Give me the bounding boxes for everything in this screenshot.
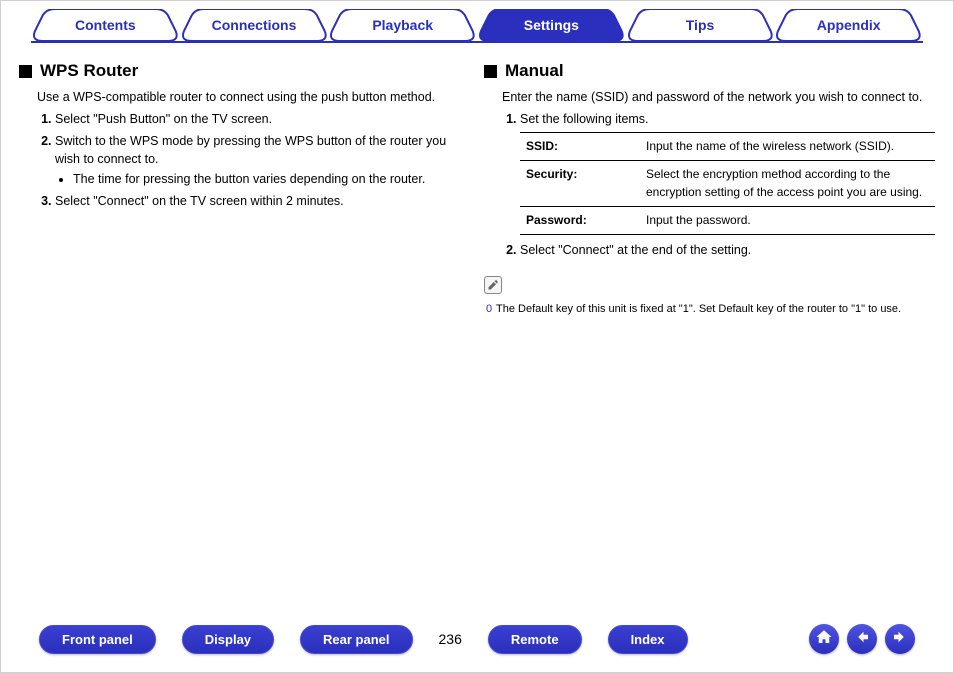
wps-router-section: WPS Router Use a WPS-compatible router t… [19,59,470,322]
tab-label: Settings [524,17,579,33]
content-area: WPS Router Use a WPS-compatible router t… [1,53,953,322]
arrow-left-icon [853,628,871,651]
tab-underline [31,41,923,43]
manual-step-1-text: Set the following items. [520,112,649,126]
manual-intro: Enter the name (SSID) and password of th… [502,88,935,106]
index-button[interactable]: Index [608,625,688,654]
home-button[interactable] [809,624,839,654]
tab-playback[interactable]: Playback [328,9,477,41]
prev-page-button[interactable] [847,624,877,654]
square-bullet-icon [19,65,32,78]
wps-step-2-text: Switch to the WPS mode by pressing the W… [55,134,446,166]
note-bullets: The Default key of this unit is fixed at… [486,302,935,318]
page-number: 236 [439,631,462,647]
table-row: SSID: Input the name of the wireless net… [520,132,935,160]
manual-steps: Set the following items. [502,110,935,128]
home-icon [815,628,833,651]
manual-steps-cont: Select "Connect" at the end of the setti… [502,241,935,259]
wps-step-2: Switch to the WPS mode by pressing the W… [55,132,470,188]
tab-connections[interactable]: Connections [180,9,329,41]
ssid-value: Input the name of the wireless network (… [640,132,935,160]
note-box: The Default key of this unit is fixed at… [484,276,935,318]
table-row: Password: Input the password. [520,207,935,235]
wps-step-2-bullet: The time for pressing the button varies … [73,170,470,188]
round-nav-buttons [809,624,915,654]
wps-intro: Use a WPS-compatible router to connect u… [37,88,470,106]
tab-label: Connections [212,17,297,33]
manual-section: Manual Enter the name (SSID) and passwor… [484,59,935,322]
wps-step-2-sub: The time for pressing the button varies … [55,170,470,188]
tab-contents[interactable]: Contents [31,9,180,41]
tab-tips[interactable]: Tips [626,9,775,41]
remote-button[interactable]: Remote [488,625,582,654]
wps-router-heading: WPS Router [19,59,470,84]
tab-label: Tips [686,17,715,33]
manual-heading: Manual [484,59,935,84]
display-button[interactable]: Display [182,625,274,654]
square-bullet-icon [484,65,497,78]
tab-settings[interactable]: Settings [477,9,626,41]
manual-step-1: Set the following items. [520,110,935,128]
pencil-note-icon [484,276,502,294]
wps-steps: Select "Push Button" on the TV screen. S… [37,110,470,211]
rear-panel-button[interactable]: Rear panel [300,625,412,654]
wps-step-1: Select "Push Button" on the TV screen. [55,110,470,128]
password-value: Input the password. [640,207,935,235]
front-panel-button[interactable]: Front panel [39,625,156,654]
password-key: Password: [520,207,640,235]
table-row: Security: Select the encryption method a… [520,161,935,207]
top-tab-bar: Contents Connections Playback Settings T… [31,9,923,41]
security-key: Security: [520,161,640,207]
tab-label: Contents [75,17,136,33]
security-value: Select the encryption method according t… [640,161,935,207]
tab-appendix[interactable]: Appendix [774,9,923,41]
tab-label: Playback [372,17,433,33]
ssid-key: SSID: [520,132,640,160]
note-bullet: The Default key of this unit is fixed at… [486,302,935,318]
tab-label: Appendix [817,17,881,33]
manual-step-2: Select "Connect" at the end of the setti… [520,241,935,259]
heading-text: WPS Router [40,59,138,84]
wps-step-3: Select "Connect" on the TV screen within… [55,192,470,210]
bottom-nav: Front panel Display Rear panel 236 Remot… [1,624,953,654]
settings-table: SSID: Input the name of the wireless net… [520,132,935,236]
next-page-button[interactable] [885,624,915,654]
heading-text: Manual [505,59,564,84]
arrow-right-icon [891,628,909,651]
